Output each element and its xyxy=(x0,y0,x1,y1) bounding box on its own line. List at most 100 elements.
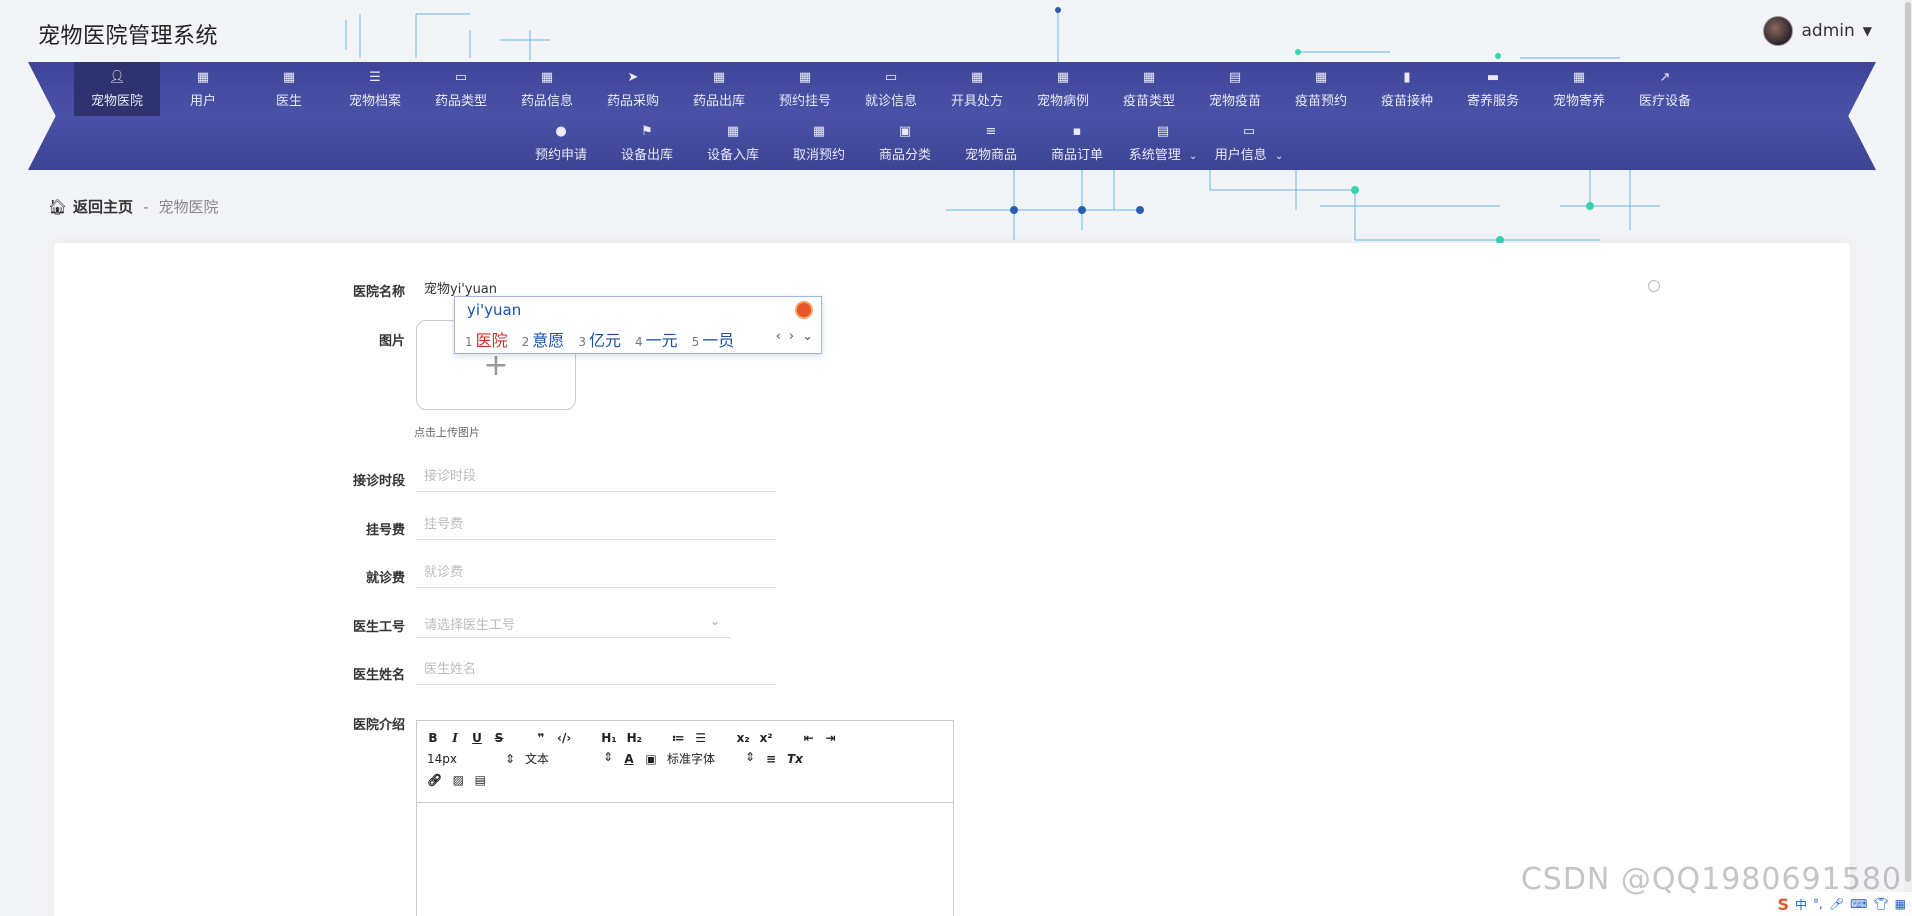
nav-item-row1-1[interactable]: ▦ 用户 xyxy=(160,62,246,116)
nav-item-row2-0[interactable]: ● 预约申请 xyxy=(518,116,604,170)
background-color-icon[interactable]: ▣ xyxy=(645,752,657,766)
punctuation-icon[interactable]: °, xyxy=(1813,897,1823,911)
nav-item-row2-7[interactable]: ▤ 系统管理 ⌄ xyxy=(1120,116,1206,170)
visit-fee-label: 就诊费 xyxy=(365,571,405,586)
nav-item-row1-0[interactable]: 👤︎ 宠物医院 xyxy=(74,62,160,116)
font-color-icon[interactable]: A xyxy=(623,752,635,766)
breadcrumb-current: 宠物医院 xyxy=(158,198,219,216)
italic-icon[interactable]: I xyxy=(449,731,461,745)
page-scrollbar[interactable] xyxy=(1904,0,1912,916)
code-icon[interactable]: ‹/› xyxy=(557,731,571,745)
main-nav: 👤︎ 宠物医院 ▦ 用户 ▦ 医生 ☰ 宠物档案 ▭ 药品类型 ▦ 药品信息 ➤ 药品采购 ▦ 药品出库 ▦ 预约… xyxy=(28,62,1876,170)
nav-item-row1-9[interactable]: ▭ 就诊信息 xyxy=(848,62,934,116)
nav-item-row2-8[interactable]: ▭ 用户信息 ⌄ xyxy=(1206,116,1292,170)
next-page-icon[interactable]: › xyxy=(789,329,794,344)
chevron-down-icon: ⌄ xyxy=(1188,150,1198,162)
outdent-icon[interactable]: ⇤ xyxy=(803,731,815,745)
nav-item-row1-4[interactable]: ▭ 药品类型 xyxy=(418,62,504,116)
ime-lang[interactable]: 中 xyxy=(1795,896,1807,913)
nav-item-row2-4[interactable]: ▣ 商品分类 xyxy=(862,116,948,170)
nav-item-row1-14[interactable]: ▦ 疫苗预约 xyxy=(1278,62,1364,116)
image-icon[interactable]: ▨ xyxy=(452,773,464,787)
settings-dot-icon[interactable] xyxy=(1648,280,1660,292)
h2-icon[interactable]: H₂ xyxy=(627,731,642,745)
nav-item-row1-7[interactable]: ▦ 药品出库 xyxy=(676,62,762,116)
ime-candidate[interactable]: 2 意愿 xyxy=(522,327,565,351)
indent-icon[interactable]: ⇥ xyxy=(825,731,837,745)
home-icon[interactable]: 🏠︎ xyxy=(48,198,67,216)
visit-fee-input[interactable] xyxy=(416,558,776,588)
nav-item-row2-5[interactable]: ≡ 宠物商品 xyxy=(948,116,1034,170)
font-family-select[interactable]: 标准字体 ⇕ xyxy=(667,750,755,767)
nav-item-row2-1[interactable]: ⚑ 设备出库 xyxy=(604,116,690,170)
editor-content-area[interactable] xyxy=(417,803,953,916)
reg-fee-input[interactable] xyxy=(416,510,776,540)
bold-icon[interactable]: B xyxy=(427,731,439,745)
keyboard-icon[interactable]: ⌨︎ xyxy=(1850,897,1867,911)
upload-hint: 点击上传图片 xyxy=(414,426,480,439)
ime-candidate[interactable]: 5 一员 xyxy=(692,327,735,351)
subscript-icon[interactable]: x₂ xyxy=(737,731,750,745)
user-menu[interactable]: admin ▼ xyxy=(1763,16,1872,46)
nav-item-row1-6[interactable]: ➤ 药品采购 xyxy=(590,62,676,116)
font-size-select[interactable]: 14px ⇕ xyxy=(427,752,515,766)
toolbox-icon[interactable]: ▦ xyxy=(1895,897,1906,911)
microphone-icon[interactable]: 🎤︎ xyxy=(1829,897,1844,911)
prev-page-icon[interactable]: ‹ xyxy=(776,329,781,344)
nav-item-row1-13[interactable]: ▤ 宠物疫苗 xyxy=(1192,62,1278,116)
nav-item-row1-5[interactable]: ▦ 药品信息 xyxy=(504,62,590,116)
doctor-id-select[interactable]: 请选择医生工号 ⌄ xyxy=(416,608,730,638)
underline-icon[interactable]: U xyxy=(471,731,483,745)
nav-item-row1-12[interactable]: ▦ 疫苗类型 xyxy=(1106,62,1192,116)
nav-item-row1-10[interactable]: ▦ 开具处方 xyxy=(934,62,1020,116)
nav-item-row1-3[interactable]: ☰ 宠物档案 xyxy=(332,62,418,116)
superscript-icon[interactable]: x² xyxy=(760,731,773,745)
nav-item-row1-15[interactable]: ▮ 疫苗接种 xyxy=(1364,62,1450,116)
nav-item-row1-17[interactable]: ▦ 宠物寄养 xyxy=(1536,62,1622,116)
ordered-list-icon[interactable]: ≔ xyxy=(672,731,685,745)
list-icon: ☰ xyxy=(369,70,381,85)
avatar[interactable] xyxy=(1763,16,1794,46)
nav-item-row1-11[interactable]: ▦ 宠物病例 xyxy=(1020,62,1106,116)
bullet-list-icon[interactable]: ☰ xyxy=(695,731,707,745)
caret-down-icon[interactable]: ▼ xyxy=(1863,24,1872,38)
nav-item-row2-3[interactable]: ▦ 取消预约 xyxy=(776,116,862,170)
strike-icon[interactable]: S xyxy=(493,731,505,745)
breadcrumb-home-link[interactable]: 返回主页 xyxy=(73,196,133,217)
breadcrumb-separator: - xyxy=(143,197,149,216)
video-icon[interactable]: ▤ xyxy=(474,773,486,787)
user-icon: 👤︎ xyxy=(108,70,126,85)
sogou-ime-icon[interactable]: S xyxy=(1777,895,1789,914)
hours-input[interactable] xyxy=(416,462,776,492)
nav-item-row1-8[interactable]: ▦ 预约挂号 xyxy=(762,62,848,116)
image-label: 图片 xyxy=(378,334,405,349)
nav-item-label: 宠物病例 xyxy=(1036,93,1089,109)
clear-format-icon[interactable]: Tx xyxy=(787,752,803,766)
scrollbar-thumb[interactable] xyxy=(1905,2,1911,882)
nav-item-row1-16[interactable]: ▬ 寄养服务 xyxy=(1450,62,1536,116)
nav-item-row2-2[interactable]: ▦ 设备入库 xyxy=(690,116,776,170)
nav-item-label: 医疗设备 xyxy=(1638,93,1691,109)
link-icon[interactable]: 🔗︎ xyxy=(427,773,442,787)
nav-item-row1-2[interactable]: ▦ 医生 xyxy=(246,62,332,116)
nav-row-2: ● 预约申请 ⚑ 设备出库 ▦ 设备入库 ▦ 取消预约 ▣ 商品分类 ≡ 宠物商品 ▪ 商品订单 ▤ 系统管理… xyxy=(518,116,1292,170)
expand-icon[interactable]: ⌄ xyxy=(802,329,813,344)
font-size-value: 14px xyxy=(427,751,457,766)
blockquote-icon[interactable]: ❞ xyxy=(535,731,547,745)
ime-candidate[interactable]: 1 医院 xyxy=(465,327,508,351)
flag-icon: ⚑ xyxy=(641,124,653,139)
monitor-icon: ▭ xyxy=(884,70,898,85)
nav-item-row2-6[interactable]: ▪ 商品订单 xyxy=(1034,116,1120,170)
ime-candidate[interactable]: 4 一元 xyxy=(635,327,678,351)
paragraph-select[interactable]: 文本 ⇕ xyxy=(525,750,613,767)
nav-item-label: 用户 xyxy=(189,93,216,109)
doctor-name-input[interactable] xyxy=(416,655,776,685)
ime-candidate[interactable]: 3 亿元 xyxy=(578,327,621,351)
h1-icon[interactable]: H₁ xyxy=(601,731,616,745)
nav-item-label: 预约申请 xyxy=(534,147,587,163)
nav-item-row1-18[interactable]: ↗ 医疗设备 xyxy=(1622,62,1708,116)
align-icon[interactable]: ≡ xyxy=(765,752,777,766)
username[interactable]: admin xyxy=(1801,21,1854,41)
skin-icon[interactable]: 👕︎ xyxy=(1873,897,1888,911)
breadcrumb: 🏠︎ 返回主页 - 宠物医院 xyxy=(48,196,219,217)
